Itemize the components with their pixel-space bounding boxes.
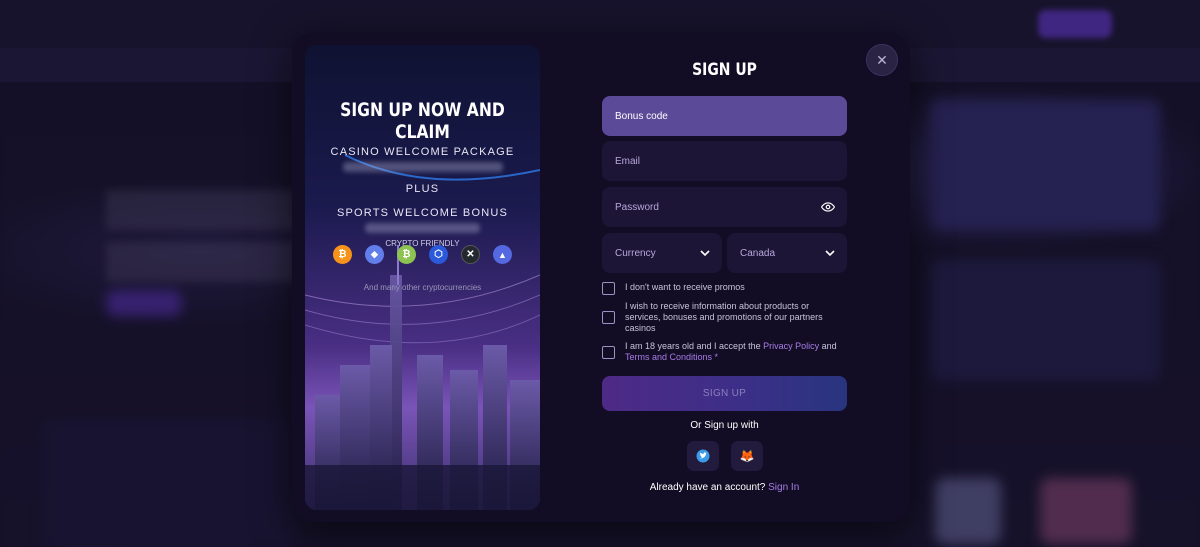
terms-checkbox-row[interactable]: I am 18 years old and I accept the Priva… xyxy=(602,341,847,365)
metamask-signup-button[interactable]: 🦊 xyxy=(731,441,763,471)
bitcoin-icon: ₿ xyxy=(333,245,352,264)
chevron-down-icon xyxy=(700,250,710,257)
or-signup-with-label: Or Sign up with xyxy=(690,420,759,431)
form-title: SIGN UP xyxy=(692,60,757,80)
crypto-coins: ₿ ◆ ₿ ⬡ ✕ ▲ xyxy=(333,245,513,265)
already-have-account-label: Already have an account? xyxy=(649,482,769,493)
casino-package-label: CASINO WELCOME PACKAGE xyxy=(330,146,515,158)
plus-label: PLUS xyxy=(405,183,440,195)
country-select[interactable]: Canada xyxy=(727,233,847,273)
chevron-down-icon xyxy=(825,250,835,257)
required-mark: * xyxy=(712,352,719,362)
partners-checkbox-row[interactable]: I wish to receive information about prod… xyxy=(602,301,847,335)
terms-and: and xyxy=(819,341,837,351)
cardano-icon: ▲ xyxy=(493,245,512,264)
terms-prefix: I am 18 years old and I accept the xyxy=(625,341,764,351)
ripple-icon: ✕ xyxy=(461,245,480,264)
currency-value: Currency xyxy=(615,247,656,259)
privacy-policy-link[interactable]: Privacy Policy xyxy=(763,341,819,351)
partners-checkbox[interactable] xyxy=(602,311,615,324)
ethereum-icon: ◆ xyxy=(365,245,384,264)
currency-select[interactable]: Currency xyxy=(602,233,722,273)
twitter-signup-button[interactable] xyxy=(687,441,719,471)
already-have-account: Already have an account? Sign In xyxy=(602,482,847,493)
metamask-fox-icon: 🦊 xyxy=(739,449,755,463)
email-placeholder: Email xyxy=(615,155,641,167)
no-promos-checkbox-row[interactable]: I don't want to receive promos xyxy=(602,282,847,296)
sports-bonus-value-hidden xyxy=(365,223,480,233)
show-password-icon[interactable] xyxy=(821,200,835,214)
terms-label: I am 18 years old and I accept the Priva… xyxy=(625,341,845,363)
no-promos-checkbox[interactable] xyxy=(602,282,615,295)
partners-label: I wish to receive information about prod… xyxy=(625,301,823,333)
casino-package-value-hidden xyxy=(343,162,503,172)
sports-bonus-label: SPORTS WELCOME BONUS xyxy=(336,207,509,219)
signup-modal: SIGN UP NOW AND CLAIM CASINO WELCOME PAC… xyxy=(292,32,910,522)
terms-checkbox[interactable] xyxy=(602,346,615,359)
signup-submit-button[interactable]: SIGN UP xyxy=(602,376,847,411)
terms-and-conditions-link[interactable]: Terms and Conditions xyxy=(625,352,712,362)
sign-in-link[interactable]: Sign In xyxy=(768,482,799,493)
crypto-more-label: And many other cryptocurrencies xyxy=(363,283,482,292)
no-promos-label: I don't want to receive promos xyxy=(625,282,745,292)
password-input[interactable]: Password xyxy=(602,187,847,227)
bonus-code-input[interactable]: Bonus code xyxy=(602,96,847,136)
email-input[interactable]: Email xyxy=(602,141,847,181)
close-button[interactable]: ✕ xyxy=(866,44,898,76)
bonus-code-placeholder: Bonus code xyxy=(615,110,668,122)
bitcoin-cash-icon: ₿ xyxy=(397,245,416,264)
twitter-icon xyxy=(696,449,710,463)
promo-panel: SIGN UP NOW AND CLAIM CASINO WELCOME PAC… xyxy=(305,45,540,510)
country-value: Canada xyxy=(740,247,776,259)
promo-title: SIGN UP NOW AND CLAIM xyxy=(340,99,505,143)
chainlink-icon: ⬡ xyxy=(429,245,448,264)
password-placeholder: Password xyxy=(615,201,659,213)
close-icon: ✕ xyxy=(876,51,888,68)
